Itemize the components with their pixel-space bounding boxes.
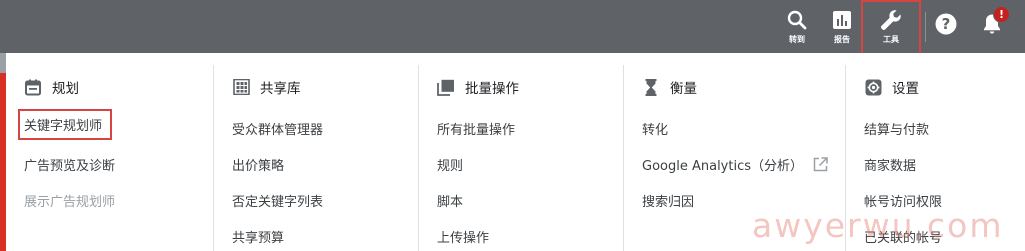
column-heading: 规划: [24, 77, 79, 97]
column-heading-label: 衡量: [670, 81, 697, 97]
menu-item-google-analytics[interactable]: Google Analytics（分析）: [642, 155, 828, 176]
svg-text:?: ?: [942, 15, 951, 33]
wrench-icon: [879, 9, 903, 31]
search-icon: [787, 9, 807, 31]
bar-chart-icon: [833, 9, 851, 31]
goto-label: 转到: [789, 35, 805, 44]
menu-item-business-data[interactable]: 商家数据: [864, 155, 916, 174]
column-heading-label: 批量操作: [465, 81, 519, 97]
column-heading: 设置: [864, 77, 919, 97]
goto-button[interactable]: 转到: [781, 0, 813, 53]
column-heading-label: 共享库: [260, 81, 301, 97]
column-bulk-actions: 批量操作 所有批量操作 规则 脚本 上传操作: [419, 53, 623, 251]
menu-item-billing[interactable]: 结算与付款: [864, 119, 929, 138]
top-toolbar: 转到 报告 工具 ? !: [0, 0, 1025, 57]
menu-item-search-attribution[interactable]: 搜索归因: [642, 191, 694, 210]
menu-item-google-analytics-label: Google Analytics（分析）: [642, 159, 804, 174]
menu-item-uploads[interactable]: 上传操作: [437, 227, 489, 246]
copy-stack-icon: [437, 78, 455, 96]
toolbar-divider: [925, 12, 926, 42]
column-planning: 规划 关键字规划师 广告预览及诊断 展示广告规划师: [6, 53, 213, 251]
column-heading: 共享库: [232, 77, 301, 97]
menu-item-rules[interactable]: 规则: [437, 155, 463, 174]
menu-item-conversions[interactable]: 转化: [642, 119, 668, 138]
column-heading: 衡量: [642, 77, 697, 97]
menu-item-display-planner: 展示广告规划师: [24, 195, 116, 210]
column-heading: 批量操作: [437, 77, 519, 97]
column-shared-library: 共享库 受众群体管理器 出价策略 否定关键字列表 共享预算: [214, 53, 418, 251]
column-heading-label: 规划: [52, 81, 79, 97]
external-link-icon: [813, 157, 828, 176]
menu-item-scripts[interactable]: 脚本: [437, 191, 463, 210]
calendar-icon: [24, 78, 42, 96]
help-button[interactable]: ?: [932, 0, 960, 53]
hourglass-icon: [642, 78, 660, 96]
help-icon: ?: [935, 13, 957, 35]
library-grid-icon: [232, 78, 250, 96]
report-label: 报告: [834, 35, 850, 44]
menu-item-ad-preview[interactable]: 广告预览及诊断: [24, 155, 115, 174]
notifications-button[interactable]: !: [976, 0, 1010, 53]
menu-item-negative-keyword-lists[interactable]: 否定关键字列表: [232, 191, 323, 210]
gear-icon: [864, 78, 882, 96]
tools-button[interactable]: 工具: [861, 0, 921, 57]
menu-item-audience-manager[interactable]: 受众群体管理器: [232, 119, 323, 138]
menu-item-bid-strategies[interactable]: 出价策略: [232, 155, 284, 174]
menu-item-keyword-planner[interactable]: 关键字规划师: [18, 109, 113, 140]
menu-item-shared-budgets[interactable]: 共享预算: [232, 227, 284, 246]
notification-badge: !: [993, 6, 1010, 23]
tools-label: 工具: [883, 35, 899, 44]
menu-item-all-bulk-actions[interactable]: 所有批量操作: [437, 119, 515, 138]
column-heading-label: 设置: [892, 81, 919, 97]
watermark-text: awyerwu.com: [752, 206, 1004, 245]
report-button[interactable]: 报告: [826, 0, 858, 53]
